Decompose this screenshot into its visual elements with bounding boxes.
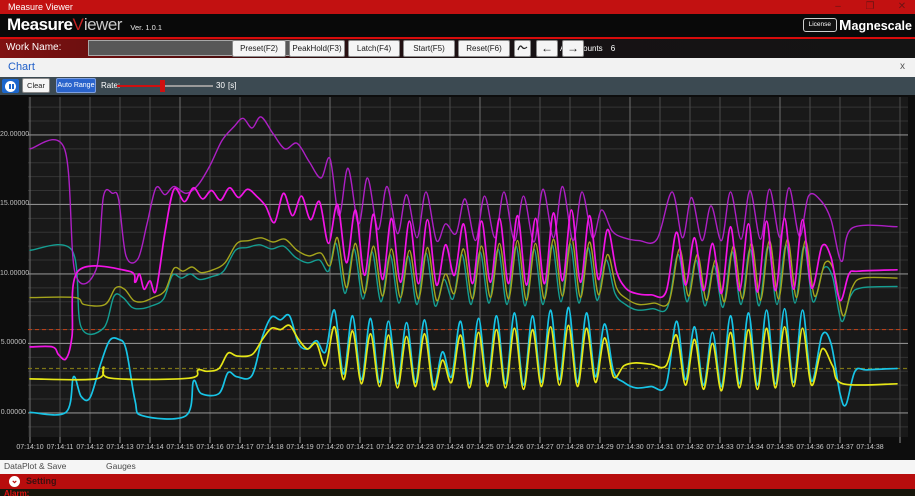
- x-axis-label: 07:14:36: [796, 444, 824, 451]
- app-logo: MeasureViewer Ver. 1.0.1: [7, 15, 162, 35]
- maximize-icon[interactable]: ❐: [861, 0, 879, 14]
- wave-icon: [517, 45, 528, 51]
- brand-iewer: iewer: [83, 15, 123, 34]
- x-axis-label: 07:14:12: [76, 444, 104, 451]
- rate-slider-fill: [117, 85, 161, 87]
- title-bar: Measure Viewer – ❐ ✕: [0, 0, 915, 14]
- minimize-icon[interactable]: –: [829, 0, 847, 14]
- x-axis-label: 07:14:19: [286, 444, 314, 451]
- app-header: MeasureViewer Ver. 1.0.1 License Magnesc…: [0, 14, 915, 37]
- start-button[interactable]: Start(F5): [403, 40, 455, 57]
- pause-icon: [5, 80, 16, 92]
- magnescale-logo-rest: agnescale: [851, 19, 912, 33]
- x-axis-label: 07:14:27: [526, 444, 554, 451]
- chart-panel: 0.00000 5.00000 10.00000 15.00000 20.00000 07…: [0, 95, 915, 460]
- latch-button[interactable]: Latch(F4): [348, 40, 400, 57]
- x-axis-label: 07:14:22: [376, 444, 404, 451]
- chart-tab-bar: Chart x: [0, 58, 915, 77]
- x-axis-label: 07:14:30: [616, 444, 644, 451]
- y-axis-label: 0.00000: [0, 408, 26, 416]
- x-axis-label: 07:14:10: [16, 444, 44, 451]
- y-axis-label: 5.00000: [0, 339, 26, 347]
- peakhold-button[interactable]: PeakHold(F3): [289, 40, 345, 57]
- x-axis-label: 07:14:20: [316, 444, 344, 451]
- x-axis-label: 07:14:33: [706, 444, 734, 451]
- x-axis-label: 07:14:31: [646, 444, 674, 451]
- x-axis-label: 07:14:21: [346, 444, 374, 451]
- version-label: Ver. 1.0.1: [130, 23, 163, 32]
- window-title: Measure Viewer: [8, 2, 73, 12]
- back-arrow-button[interactable]: ←: [536, 40, 558, 57]
- measure-viewer-window: Measure Viewer – ❐ ✕ MeasureViewer Ver. …: [0, 0, 915, 496]
- setting-bar[interactable]: ⌄ Setting: [0, 474, 915, 489]
- close-icon[interactable]: ✕: [893, 0, 911, 14]
- x-axis-label: 07:14:13: [106, 444, 134, 451]
- chevron-down-icon[interactable]: ⌄: [9, 476, 20, 487]
- x-axis-label: 07:14:15: [166, 444, 194, 451]
- tab-chart[interactable]: Chart: [8, 61, 35, 73]
- wave-scale-button[interactable]: [514, 40, 531, 57]
- x-axis-label: 07:14:18: [256, 444, 284, 451]
- magnescale-logo: Magnescale: [839, 17, 912, 34]
- window-controls: – ❐ ✕: [829, 0, 911, 14]
- chart-plot[interactable]: [28, 97, 908, 445]
- x-axis-label: 07:14:23: [406, 444, 434, 451]
- forward-arrow-button[interactable]: →: [562, 40, 584, 57]
- pause-button[interactable]: [2, 79, 19, 93]
- tab-gauges[interactable]: Gauges: [106, 461, 136, 471]
- bottom-tab-bar: DataPlot & Save Gauges: [0, 460, 915, 474]
- x-axis-label: 07:14:35: [766, 444, 794, 451]
- rate-slider[interactable]: [117, 80, 213, 92]
- x-axis-label: 07:14:17: [226, 444, 254, 451]
- toolbar: Work Name: Axis Counts 6 Preset(F2) Peak…: [0, 39, 915, 58]
- brand-v: V: [72, 15, 84, 34]
- x-axis-label: 07:14:14: [136, 444, 164, 451]
- chart-controls-bar: Clear Auto Range Rate: 30 [s]: [0, 77, 915, 95]
- alarm-label: Alarm:: [4, 489, 30, 496]
- tab-dataplot-save[interactable]: DataPlot & Save: [4, 461, 66, 471]
- work-name-label: Work Name:: [6, 42, 62, 53]
- axis-counts-value: 6: [610, 44, 616, 53]
- y-axis-label: 20.00000: [0, 130, 30, 138]
- x-axis-label: 07:14:11: [46, 444, 74, 451]
- x-axis-label: 07:14:32: [676, 444, 704, 451]
- rate-slider-handle[interactable]: [160, 80, 165, 92]
- magnescale-logo-m: M: [839, 17, 852, 34]
- x-axis-label: 07:14:24: [436, 444, 464, 451]
- rate-value: 30: [216, 81, 225, 90]
- license-button[interactable]: License: [802, 18, 837, 32]
- x-axis-label: 07:14:16: [196, 444, 224, 451]
- clear-button[interactable]: Clear: [22, 78, 50, 93]
- x-axis-label: 07:14:28: [556, 444, 584, 451]
- preset-button[interactable]: Preset(F2): [232, 40, 286, 57]
- x-axis-label: 07:14:26: [496, 444, 524, 451]
- x-axis-label: 07:14:37: [826, 444, 854, 451]
- x-axis-label: 07:14:34: [736, 444, 764, 451]
- x-axis-label: 07:14:29: [586, 444, 614, 451]
- setting-label: Setting: [26, 476, 57, 486]
- y-axis-label: 15.00000: [0, 200, 30, 208]
- x-axis-label: 07:14:25: [466, 444, 494, 451]
- y-axis-label: 10.00000: [0, 269, 30, 277]
- brand-measure: Measure: [7, 15, 73, 34]
- reset-button[interactable]: Reset(F6): [458, 40, 510, 57]
- alarm-bar: Alarm:: [0, 489, 915, 496]
- rate-unit: [s]: [228, 81, 237, 90]
- tab-close-icon[interactable]: x: [900, 61, 905, 72]
- x-axis-label: 07:14:38: [856, 444, 884, 451]
- auto-range-button[interactable]: Auto Range: [56, 78, 96, 93]
